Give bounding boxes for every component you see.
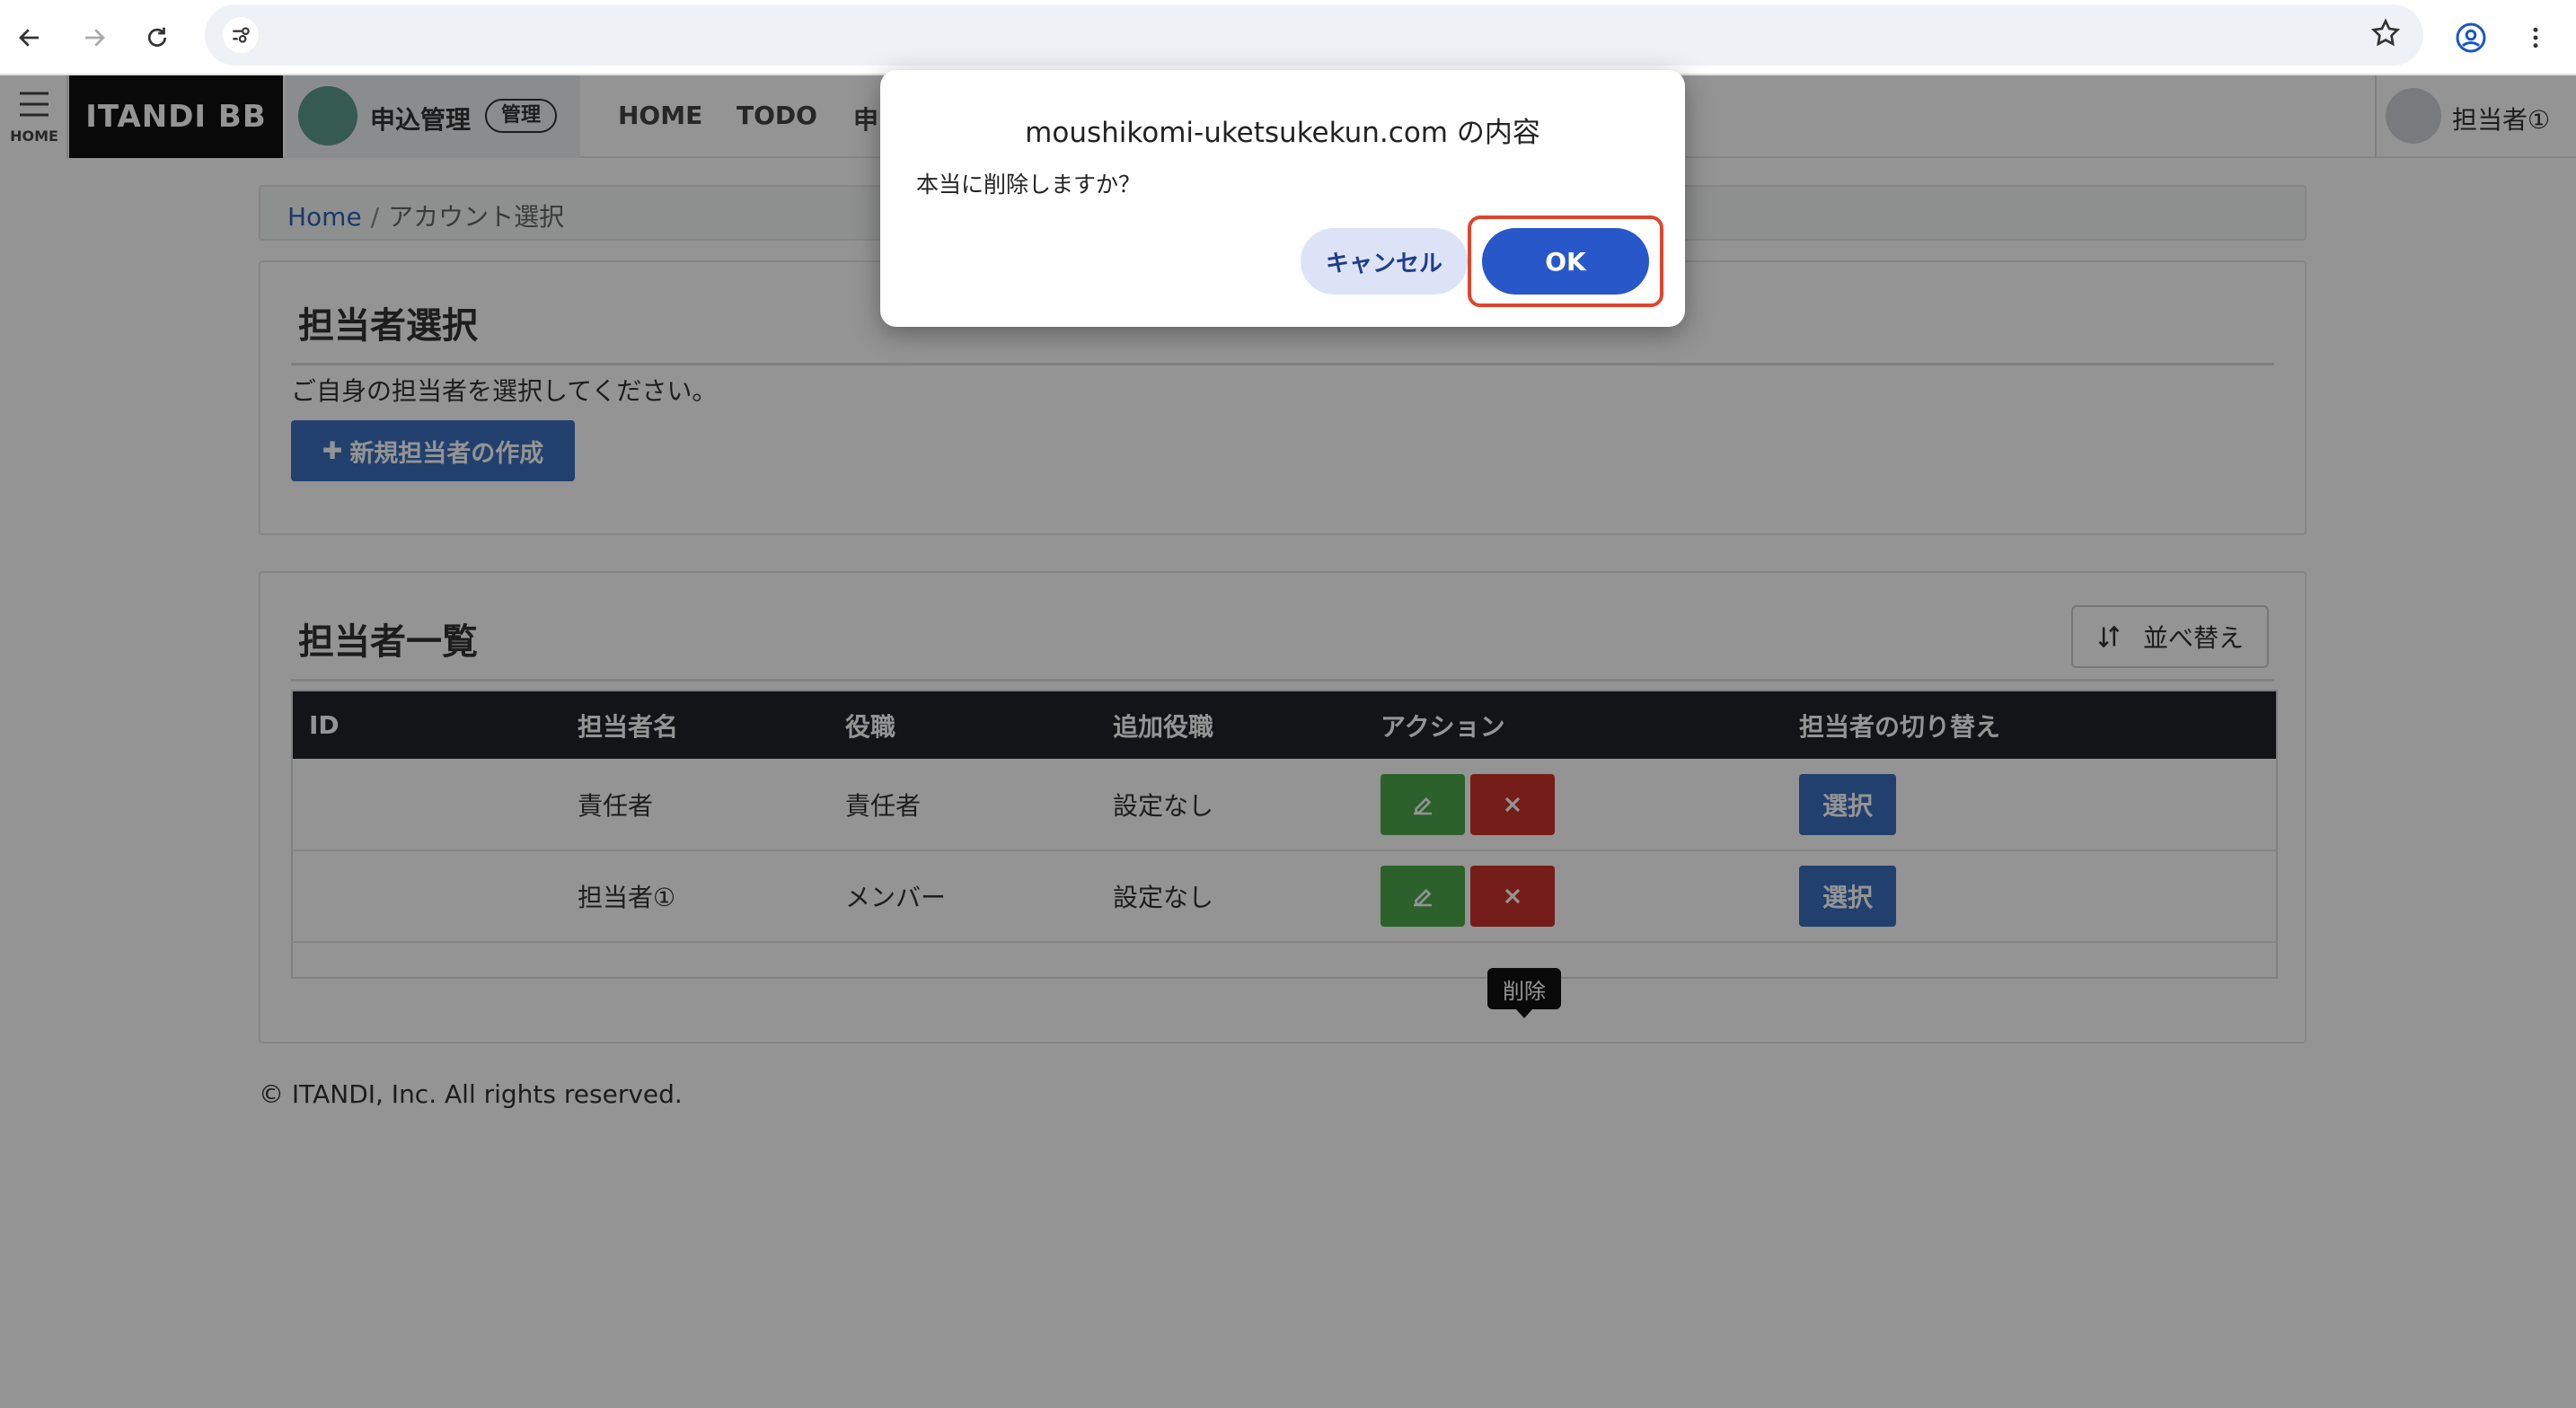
forward-arrow-icon[interactable]: [72, 15, 117, 60]
cancel-button[interactable]: キャンセル: [1301, 228, 1468, 295]
browser-toolbar: [0, 0, 2576, 75]
back-arrow-icon[interactable]: [7, 15, 52, 60]
site-settings-icon[interactable]: [223, 17, 259, 53]
address-bar[interactable]: [205, 4, 2423, 66]
more-vert-icon[interactable]: [2513, 15, 2558, 60]
dialog-title: moushikomi-uketsukekun.com の内容: [1025, 117, 1540, 149]
ok-button[interactable]: OK: [1482, 228, 1649, 295]
dialog-message: 本当に削除しますか？: [916, 172, 1142, 198]
reload-icon[interactable]: [135, 15, 180, 60]
profile-icon[interactable]: [2448, 15, 2493, 60]
star-icon[interactable]: [2369, 17, 2402, 53]
confirm-dialog: moushikomi-uketsukekun.com の内容 本当に削除しますか…: [880, 70, 1685, 327]
